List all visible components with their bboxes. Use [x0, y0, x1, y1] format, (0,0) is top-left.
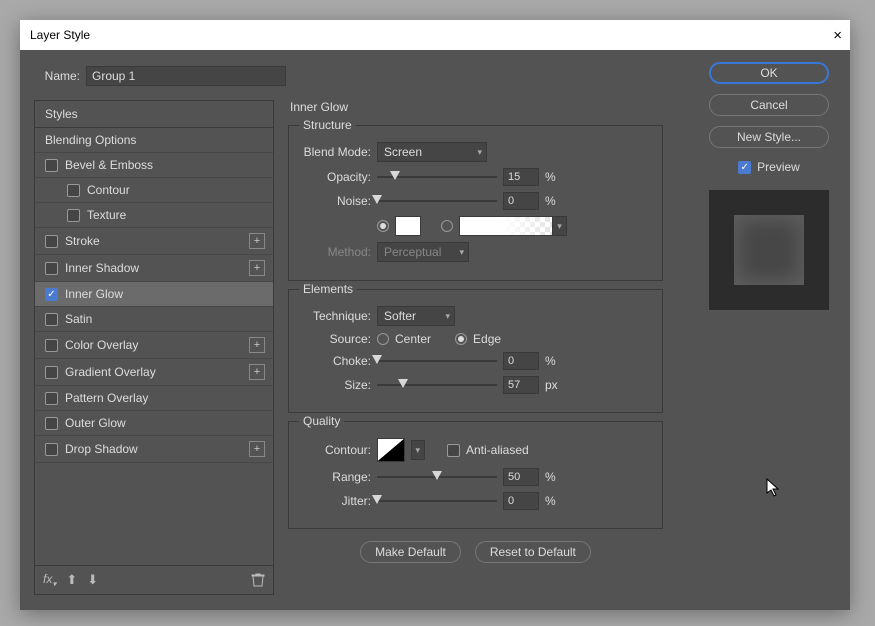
plus-icon[interactable]: + — [249, 441, 265, 457]
sidebar-item-drop-shadow[interactable]: Drop Shadow + — [35, 436, 273, 463]
structure-group: Structure Blend Mode: Screen Opacity: % … — [288, 125, 663, 281]
sidebar-item-gradient-overlay[interactable]: Gradient Overlay + — [35, 359, 273, 386]
jitter-input[interactable] — [503, 492, 539, 510]
range-slider[interactable] — [377, 470, 497, 484]
contour-picker[interactable] — [377, 438, 405, 462]
blending-options[interactable]: Blending Options — [35, 128, 273, 153]
plus-icon[interactable]: + — [249, 233, 265, 249]
plus-icon[interactable]: + — [249, 364, 265, 380]
plus-icon[interactable]: + — [249, 337, 265, 353]
sidebar-item-label: Bevel & Emboss — [65, 158, 265, 172]
styles-header[interactable]: Styles — [35, 101, 273, 128]
opacity-input[interactable] — [503, 168, 539, 186]
sidebar-item-label: Contour — [87, 183, 265, 197]
quality-group: Quality Contour: Anti-aliased Range: % — [288, 421, 663, 529]
preview-checkbox[interactable] — [738, 161, 751, 174]
sidebar-item-satin[interactable]: Satin — [35, 307, 273, 332]
size-input[interactable] — [503, 376, 539, 394]
opacity-slider[interactable] — [377, 170, 497, 184]
name-input[interactable] — [86, 66, 286, 86]
color-swatch[interactable] — [395, 216, 421, 236]
sidebar-item-outer-glow[interactable]: Outer Glow — [35, 411, 273, 436]
style-checkbox[interactable] — [67, 184, 80, 197]
elements-group: Elements Technique: Softer Source: Cente… — [288, 289, 663, 413]
layer-style-dialog: Layer Style × Name: Styles Blending Opti… — [20, 20, 850, 610]
titlebar: Layer Style × — [20, 20, 850, 50]
gradient-picker[interactable]: ▾ — [459, 216, 567, 236]
styles-list: Styles Blending Options Bevel & Emboss Co… — [34, 100, 274, 595]
size-slider[interactable] — [377, 378, 497, 392]
blend-mode-select[interactable]: Screen — [377, 142, 487, 162]
name-label: Name: — [38, 69, 80, 83]
method-select: Perceptual — [377, 242, 469, 262]
window-title: Layer Style — [30, 28, 90, 42]
new-style-button[interactable]: New Style... — [709, 126, 829, 148]
reset-default-button[interactable]: Reset to Default — [475, 541, 591, 563]
sidebar-item-inner-glow[interactable]: Inner Glow — [35, 282, 273, 307]
style-checkbox[interactable] — [45, 392, 58, 405]
sidebar-item-label: Inner Shadow — [65, 261, 242, 275]
style-checkbox[interactable] — [45, 262, 58, 275]
sidebar-item-color-overlay[interactable]: Color Overlay + — [35, 332, 273, 359]
sidebar-item-stroke[interactable]: Stroke + — [35, 228, 273, 255]
sidebar-item-label: Satin — [65, 312, 265, 326]
sidebar-item-contour[interactable]: Contour — [35, 178, 273, 203]
style-checkbox[interactable] — [45, 417, 58, 430]
style-checkbox[interactable] — [45, 443, 58, 456]
sidebar-item-label: Pattern Overlay — [65, 391, 265, 405]
style-checkbox[interactable] — [45, 313, 58, 326]
sidebar-item-bevel-emboss[interactable]: Bevel & Emboss — [35, 153, 273, 178]
color-radio[interactable] — [377, 220, 389, 232]
style-checkbox[interactable] — [67, 209, 80, 222]
panel-title: Inner Glow — [290, 100, 663, 114]
noise-input[interactable] — [503, 192, 539, 210]
arrow-up-icon[interactable]: ⬆ — [66, 572, 77, 588]
arrow-down-icon[interactable]: ⬇ — [87, 572, 98, 588]
plus-icon[interactable]: + — [249, 260, 265, 276]
sidebar-item-pattern-overlay[interactable]: Pattern Overlay — [35, 386, 273, 411]
antialiased-checkbox[interactable] — [447, 444, 460, 457]
sidebar-item-label: Outer Glow — [65, 416, 265, 430]
range-input[interactable] — [503, 468, 539, 486]
blend-mode-label: Blend Mode: — [303, 145, 371, 159]
choke-slider[interactable] — [377, 354, 497, 368]
make-default-button[interactable]: Make Default — [360, 541, 461, 563]
style-checkbox[interactable] — [45, 159, 58, 172]
sidebar-item-texture[interactable]: Texture — [35, 203, 273, 228]
contour-dropdown[interactable] — [411, 440, 425, 460]
fx-icon[interactable]: fx▾ — [43, 572, 56, 588]
sidebar-item-inner-shadow[interactable]: Inner Shadow + — [35, 255, 273, 282]
sidebar-item-label: Gradient Overlay — [65, 365, 242, 379]
style-checkbox[interactable] — [45, 339, 58, 352]
trash-icon[interactable] — [251, 572, 265, 587]
sidebar-item-label: Inner Glow — [65, 287, 265, 301]
sidebar-item-label: Texture — [87, 208, 265, 222]
ok-button[interactable]: OK — [709, 62, 829, 84]
jitter-slider[interactable] — [377, 494, 497, 508]
sidebar-item-label: Stroke — [65, 234, 242, 248]
preview-box — [709, 190, 829, 310]
sidebar-item-label: Drop Shadow — [65, 442, 242, 456]
noise-slider[interactable] — [377, 194, 497, 208]
sidebar-item-label: Color Overlay — [65, 338, 242, 352]
style-checkbox[interactable] — [45, 235, 58, 248]
style-checkbox[interactable] — [45, 366, 58, 379]
source-edge-radio[interactable] — [455, 333, 467, 345]
preview-swatch — [734, 215, 804, 285]
choke-input[interactable] — [503, 352, 539, 370]
close-icon[interactable]: × — [833, 27, 842, 44]
source-center-radio[interactable] — [377, 333, 389, 345]
cancel-button[interactable]: Cancel — [709, 94, 829, 116]
gradient-radio[interactable] — [441, 220, 453, 232]
technique-select[interactable]: Softer — [377, 306, 455, 326]
style-checkbox[interactable] — [45, 288, 58, 301]
